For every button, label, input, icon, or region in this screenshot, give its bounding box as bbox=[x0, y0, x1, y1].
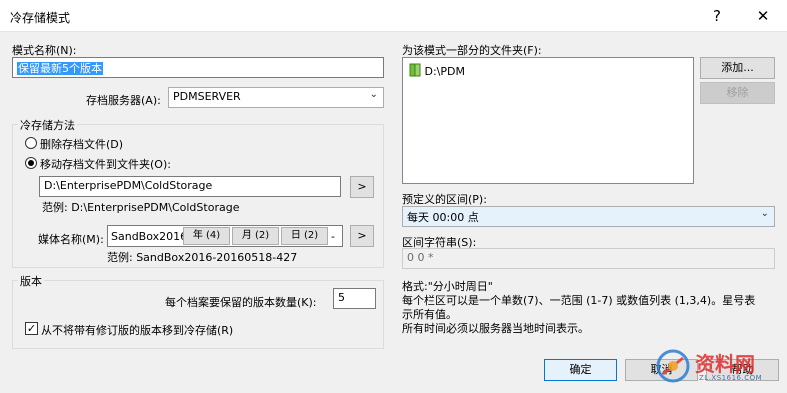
keep-versions-label: 每个档案要保留的版本数量(K): bbox=[165, 296, 317, 309]
ok-button[interactable]: 确定 bbox=[544, 359, 617, 381]
media-example: 范例: SandBox2016-20160518-427 bbox=[107, 251, 298, 264]
media-name-label: 媒体名称(M): bbox=[38, 233, 104, 246]
archive-server-label: 存档服务器(A): bbox=[86, 94, 161, 107]
move-radio[interactable] bbox=[25, 157, 37, 169]
media-more: - bbox=[331, 230, 335, 243]
delete-option-label: 删除存档文件(D) bbox=[40, 138, 124, 151]
chevron-down-icon: ⌄ bbox=[369, 89, 378, 100]
media-browse-button[interactable]: > bbox=[350, 225, 374, 247]
folder-icon bbox=[409, 63, 421, 77]
watermark-brand: 资料网 bbox=[695, 352, 755, 376]
close-button[interactable]: ✕ bbox=[740, 0, 786, 32]
media-token-month[interactable]: 月 (2) bbox=[232, 227, 279, 245]
keep-versions-input[interactable]: 5 bbox=[333, 288, 376, 309]
folders-label: 为该模式一部分的文件夹(F): bbox=[402, 44, 542, 57]
template-name-label: 模式名称(N): bbox=[12, 44, 77, 57]
folder-example: 范例: D:\EnterprisePDM\ColdStorage bbox=[42, 201, 240, 214]
interval-string-input[interactable]: 0 0 * bbox=[402, 248, 775, 269]
archive-server-value: PDMSERVER bbox=[173, 90, 241, 103]
schedule-value: 每天 00:00 点 bbox=[407, 211, 479, 224]
chevron-down-icon: ⌄ bbox=[760, 208, 769, 219]
watermark-logo: 资料网 ZL.XS1616.COM bbox=[655, 346, 783, 388]
version-title: 版本 bbox=[18, 273, 44, 289]
media-prefix: SandBox2016- bbox=[111, 230, 192, 243]
template-name-value: 保留最新5个版本 bbox=[17, 62, 103, 75]
folder-path-input[interactable]: D:\EnterprisePDM\ColdStorage bbox=[39, 176, 341, 197]
move-option-label: 移动存档文件到文件夹(O): bbox=[40, 158, 171, 171]
version-group bbox=[12, 280, 384, 349]
help-title-button[interactable]: ? bbox=[694, 0, 740, 32]
schedule-select[interactable]: 每天 00:00 点 ⌄ bbox=[402, 206, 775, 227]
archive-server-select[interactable]: PDMSERVER ⌄ bbox=[168, 87, 384, 108]
format-help-line4: 所有时间必须以服务器当地时间表示。 bbox=[402, 322, 589, 335]
title-bar: 冷存储模式 ? ✕ bbox=[0, 0, 787, 32]
template-name-input[interactable]: 保留最新5个版本 bbox=[12, 57, 384, 78]
schedule-label: 预定义的区间(P): bbox=[402, 193, 487, 206]
watermark-url: ZL.XS1616.COM bbox=[699, 374, 763, 382]
folder-browse-button[interactable]: > bbox=[350, 176, 374, 198]
dialog-title: 冷存储模式 bbox=[10, 11, 71, 25]
folder-item-label: D:\PDM bbox=[424, 65, 465, 78]
list-item[interactable]: D:\PDM bbox=[409, 63, 465, 78]
add-folder-button[interactable]: 添加... bbox=[700, 57, 775, 79]
skip-revision-label: 从不将带有修订版的版本移到冷存储(R) bbox=[41, 324, 234, 337]
media-token-day[interactable]: 日 (2) bbox=[281, 227, 328, 245]
media-token-year[interactable]: 年 (4) bbox=[183, 227, 230, 245]
delete-radio[interactable] bbox=[25, 137, 37, 149]
skip-revision-checkbox[interactable]: ✓ bbox=[25, 322, 38, 335]
remove-folder-button[interactable]: 移除 bbox=[700, 82, 775, 104]
cold-storage-method-title: 冷存储方法 bbox=[18, 117, 77, 133]
watermark-emblem-icon bbox=[656, 349, 690, 383]
folders-list[interactable]: D:\PDM bbox=[402, 57, 694, 184]
media-name-input[interactable]: SandBox2016- 年 (4) 月 (2) 日 (2) - bbox=[107, 225, 343, 247]
close-icon: ✕ bbox=[756, 7, 770, 25]
